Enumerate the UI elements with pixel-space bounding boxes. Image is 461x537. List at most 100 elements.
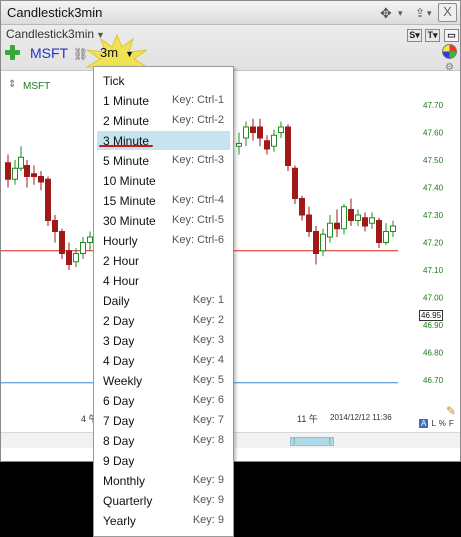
price-axis-label: 46.70: [423, 376, 444, 385]
menu-item[interactable]: 3 Minute: [97, 131, 230, 150]
price-axis-label: 47.10: [423, 266, 444, 275]
menu-item[interactable]: Yearly Key: 9: [97, 511, 230, 530]
menu-item-shortcut: Key: 9: [192, 474, 224, 486]
candle-body: [80, 242, 86, 254]
menu-item-shortcut: Key: Ctrl-1: [172, 94, 224, 106]
candle-body: [334, 222, 340, 230]
window-title: Candlestick3min: [7, 5, 103, 20]
menu-item-label: 9 Day: [103, 454, 135, 468]
menu-item-label: 7 Day: [103, 414, 135, 428]
menu-item[interactable]: 8 Day Key: 8: [97, 431, 230, 450]
menu-item-label: 2 Hour: [103, 254, 140, 268]
move-arrows-icon[interactable]: ✥: [380, 4, 392, 22]
menu-item-shortcut: Key: 9: [192, 494, 224, 506]
t-button[interactable]: T▾: [425, 29, 440, 42]
menu-item[interactable]: Tick: [97, 71, 230, 90]
candle-body: [278, 126, 284, 133]
menu-item-shortcut: Key: 9: [192, 514, 224, 526]
candle-body: [18, 156, 24, 169]
scrollbar-thumb[interactable]: ⁞ ⁞: [290, 437, 334, 446]
sort-arrows-icon[interactable]: ⇕: [8, 79, 16, 90]
menu-item[interactable]: Quarterly Key: 9: [97, 491, 230, 510]
mode-button-a[interactable]: A: [419, 419, 429, 428]
menu-item[interactable]: 15 Minute Key: Ctrl-4: [97, 191, 230, 210]
menu-item[interactable]: 1 Minute Key: Ctrl-1: [97, 91, 230, 110]
menu-item-label: Monthly: [103, 474, 146, 488]
menu-item[interactable]: Monthly Key: 9: [97, 471, 230, 490]
interval-dropdown[interactable]: 3m ▼: [100, 45, 134, 60]
price-axis-label: 47.70: [423, 101, 444, 110]
date-time-label: 2014/12/12 11:36: [330, 413, 392, 422]
candle-body: [45, 178, 51, 221]
add-icon[interactable]: [5, 45, 20, 60]
candle-body: [390, 225, 396, 232]
menu-item[interactable]: Weekly Key: 5: [97, 371, 230, 390]
candle-body: [327, 222, 333, 238]
menu-item-label: 2 Day: [103, 314, 135, 328]
save-icon[interactable]: ▭: [444, 29, 459, 42]
price-axis-label: 47.30: [423, 211, 444, 220]
menu-item-shortcut: Key: 5: [192, 374, 224, 386]
menu-item-label: Daily: [103, 294, 130, 308]
menu-item[interactable]: 6 Day Key: 6: [97, 391, 230, 410]
menu-item-label: Tick: [103, 74, 125, 88]
interval-label: 3m: [100, 45, 119, 60]
candle-body: [271, 134, 277, 147]
scale-mode-buttons: A L% F: [419, 419, 457, 428]
upload-icon[interactable]: ⇪: [415, 4, 425, 22]
menu-item-shortcut: Key: 6: [192, 394, 224, 406]
candle-body: [31, 173, 37, 177]
menu-item[interactable]: 4 Day Key: 4: [97, 351, 230, 370]
menu-item[interactable]: 4 Hour: [97, 271, 230, 290]
price-axis-label: 47.60: [423, 129, 444, 138]
symbol-field[interactable]: MSFT: [30, 45, 68, 61]
candle-body: [257, 126, 263, 139]
x-axis-label: 11 午: [297, 414, 318, 424]
mode-button-percent[interactable]: %: [439, 419, 446, 428]
menu-item-label: 30 Minute: [103, 214, 156, 228]
candle-body: [38, 176, 44, 183]
menu-item[interactable]: 2 Hour: [97, 251, 230, 270]
price-axis-label: 46.90: [423, 321, 444, 330]
candle-body: [73, 253, 79, 263]
grip-icon: ⁞: [293, 437, 296, 446]
menu-item-label: 4 Hour: [103, 274, 140, 288]
s-button-label: S: [409, 30, 416, 40]
pencil-icon[interactable]: ✎: [446, 404, 456, 418]
palette-icon[interactable]: [442, 44, 457, 59]
candle-body: [5, 162, 11, 180]
menu-item[interactable]: 2 Minute Key: Ctrl-2: [97, 111, 230, 130]
chevron-down-icon[interactable]: ▾: [427, 4, 432, 22]
candle-body: [243, 126, 249, 139]
menu-item[interactable]: 7 Day Key: 7: [97, 411, 230, 430]
candle-body: [306, 214, 312, 232]
menu-item[interactable]: 30 Minute Key: Ctrl-5: [97, 211, 230, 230]
candle-body: [236, 143, 242, 147]
s-button[interactable]: S▾: [407, 29, 422, 42]
menu-item-shortcut: Key: Ctrl-5: [172, 214, 224, 226]
t-button-label: T: [427, 30, 433, 40]
candle-body: [24, 165, 30, 177]
chevron-down-icon[interactable]: ▾: [398, 4, 403, 22]
menu-item[interactable]: 5 Minute Key: Ctrl-3: [97, 151, 230, 170]
menu-item[interactable]: Hourly Key: Ctrl-6: [97, 231, 230, 250]
title-bar[interactable]: Candlestick3min ✥ ▾ ⇪ ▾ X: [1, 1, 460, 25]
menu-item[interactable]: 9 Day: [97, 451, 230, 470]
menu-item[interactable]: 3 Day Key: 3: [97, 331, 230, 350]
menu-item-label: 2 Minute: [103, 114, 150, 128]
candle-body: [313, 231, 319, 254]
close-button[interactable]: X: [438, 3, 457, 22]
mode-button-l[interactable]: L: [431, 419, 435, 428]
candle-body: [369, 217, 375, 224]
menu-item[interactable]: Daily Key: 1: [97, 291, 230, 310]
price-axis-label: 47.50: [423, 156, 444, 165]
menu-item-label: 8 Day: [103, 434, 135, 448]
menu-item[interactable]: 2 Day Key: 2: [97, 311, 230, 330]
menu-item[interactable]: 10 Minute: [97, 171, 230, 190]
menu-item-label: 6 Day: [103, 394, 135, 408]
candle-body: [320, 233, 326, 252]
menu-item-label: 10 Minute: [103, 174, 156, 188]
mode-button-f[interactable]: F: [449, 419, 454, 428]
menu-item-shortcut: Key: 3: [192, 334, 224, 346]
menu-item-label: Weekly: [103, 374, 143, 388]
